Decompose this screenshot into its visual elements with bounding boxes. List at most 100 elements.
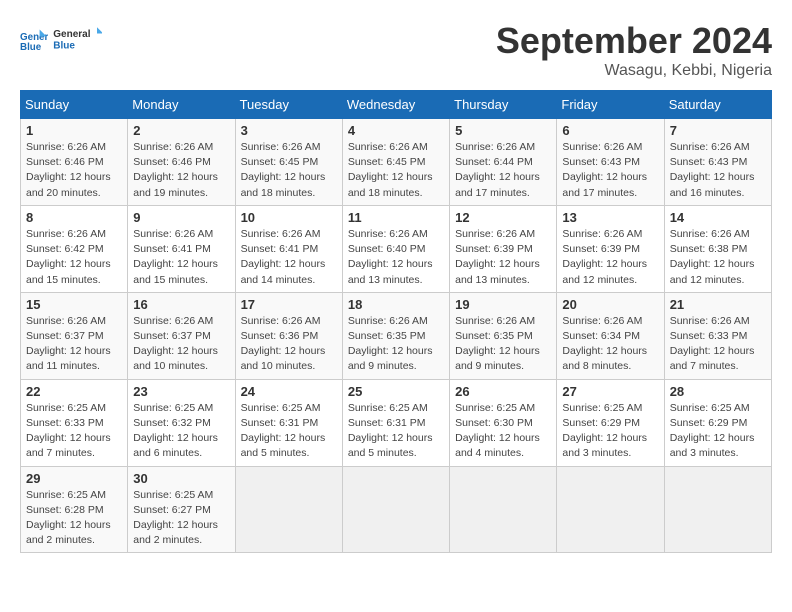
calendar-week-row: 29 Sunrise: 6:25 AMSunset: 6:28 PMDayligh… — [21, 466, 772, 553]
day-number: 5 — [455, 123, 551, 138]
table-row: 19Sunrise: 6:26 AMSunset: 6:35 PMDayligh… — [450, 292, 557, 379]
table-row: 1 Sunrise: 6:26 AMSunset: 6:46 PMDaylight… — [21, 119, 128, 206]
day-number: 20 — [562, 297, 658, 312]
table-row: 13Sunrise: 6:26 AMSunset: 6:39 PMDayligh… — [557, 205, 664, 292]
table-row: 11Sunrise: 6:26 AMSunset: 6:40 PMDayligh… — [342, 205, 449, 292]
day-number: 8 — [26, 210, 122, 225]
day-info: Sunrise: 6:26 AMSunset: 6:42 PMDaylight:… — [26, 227, 122, 288]
logo-icon: General Blue — [20, 26, 48, 54]
table-row: 23 Sunrise: 6:25 AMSunset: 6:32 PMDayligh… — [128, 379, 235, 466]
svg-text:Blue: Blue — [20, 42, 42, 53]
day-number: 6 — [562, 123, 658, 138]
day-number: 29 — [26, 471, 122, 486]
table-row — [664, 466, 771, 553]
calendar-header-row: Sunday Monday Tuesday Wednesday Thursday… — [21, 91, 772, 119]
day-info: Sunrise: 6:26 AMSunset: 6:34 PMDaylight:… — [562, 314, 658, 375]
day-number: 21 — [670, 297, 766, 312]
table-row: 20 Sunrise: 6:26 AMSunset: 6:34 PMDayligh… — [557, 292, 664, 379]
day-info: Sunrise: 6:26 AMSunset: 6:46 PMDaylight:… — [26, 140, 122, 201]
day-info: Sunrise: 6:25 AMSunset: 6:32 PMDaylight:… — [133, 401, 229, 462]
table-row: 22 Sunrise: 6:25 AMSunset: 6:33 PMDayligh… — [21, 379, 128, 466]
day-number: 28 — [670, 384, 766, 399]
svg-text:General: General — [53, 29, 90, 40]
table-row: 17 Sunrise: 6:26 AMSunset: 6:36 PMDayligh… — [235, 292, 342, 379]
location-subtitle: Wasagu, Kebbi, Nigeria — [496, 62, 772, 80]
table-row: 3Sunrise: 6:26 AMSunset: 6:45 PMDaylight… — [235, 119, 342, 206]
table-row: 8 Sunrise: 6:26 AMSunset: 6:42 PMDaylight… — [21, 205, 128, 292]
table-row: 6 Sunrise: 6:26 AMSunset: 6:43 PMDaylight… — [557, 119, 664, 206]
header-monday: Monday — [128, 91, 235, 119]
table-row: 28Sunrise: 6:25 AMSunset: 6:29 PMDayligh… — [664, 379, 771, 466]
table-row: 18Sunrise: 6:26 AMSunset: 6:35 PMDayligh… — [342, 292, 449, 379]
day-number: 15 — [26, 297, 122, 312]
day-info: Sunrise: 6:26 AMSunset: 6:45 PMDaylight:… — [348, 140, 444, 201]
day-info: Sunrise: 6:26 AMSunset: 6:41 PMDaylight:… — [133, 227, 229, 288]
day-info: Sunrise: 6:25 AMSunset: 6:30 PMDaylight:… — [455, 401, 551, 462]
day-info: Sunrise: 6:25 AMSunset: 6:29 PMDaylight:… — [562, 401, 658, 462]
day-number: 4 — [348, 123, 444, 138]
logo: General Blue General Blue — [20, 20, 102, 60]
day-number: 25 — [348, 384, 444, 399]
day-info: Sunrise: 6:26 AMSunset: 6:38 PMDaylight:… — [670, 227, 766, 288]
header-friday: Friday — [557, 91, 664, 119]
day-number: 17 — [241, 297, 337, 312]
table-row: 25 Sunrise: 6:25 AMSunset: 6:31 PMDayligh… — [342, 379, 449, 466]
day-number: 27 — [562, 384, 658, 399]
day-number: 10 — [241, 210, 337, 225]
svg-text:Blue: Blue — [53, 40, 75, 51]
header-sunday: Sunday — [21, 91, 128, 119]
day-number: 3 — [241, 123, 337, 138]
table-row: 4 Sunrise: 6:26 AMSunset: 6:45 PMDaylight… — [342, 119, 449, 206]
table-row: 26Sunrise: 6:25 AMSunset: 6:30 PMDayligh… — [450, 379, 557, 466]
header-saturday: Saturday — [664, 91, 771, 119]
table-row: 9Sunrise: 6:26 AMSunset: 6:41 PMDaylight… — [128, 205, 235, 292]
generalblue-logo-svg: General Blue — [52, 20, 102, 60]
day-info: Sunrise: 6:26 AMSunset: 6:35 PMDaylight:… — [348, 314, 444, 375]
day-info: Sunrise: 6:26 AMSunset: 6:37 PMDaylight:… — [26, 314, 122, 375]
day-info: Sunrise: 6:26 AMSunset: 6:37 PMDaylight:… — [133, 314, 229, 375]
day-info: Sunrise: 6:25 AMSunset: 6:31 PMDaylight:… — [241, 401, 337, 462]
table-row: 5Sunrise: 6:26 AMSunset: 6:44 PMDaylight… — [450, 119, 557, 206]
day-info: Sunrise: 6:26 AMSunset: 6:46 PMDaylight:… — [133, 140, 229, 201]
day-number: 22 — [26, 384, 122, 399]
table-row: 30Sunrise: 6:25 AMSunset: 6:27 PMDayligh… — [128, 466, 235, 553]
header: General Blue General Blue September 2024… — [20, 20, 772, 80]
table-row: 16Sunrise: 6:26 AMSunset: 6:37 PMDayligh… — [128, 292, 235, 379]
day-info: Sunrise: 6:25 AMSunset: 6:28 PMDaylight:… — [26, 488, 122, 549]
day-info: Sunrise: 6:26 AMSunset: 6:41 PMDaylight:… — [241, 227, 337, 288]
calendar-table: Sunday Monday Tuesday Wednesday Thursday… — [20, 90, 772, 553]
day-info: Sunrise: 6:25 AMSunset: 6:27 PMDaylight:… — [133, 488, 229, 549]
day-number: 11 — [348, 210, 444, 225]
day-number: 24 — [241, 384, 337, 399]
table-row: 21Sunrise: 6:26 AMSunset: 6:33 PMDayligh… — [664, 292, 771, 379]
day-info: Sunrise: 6:26 AMSunset: 6:43 PMDaylight:… — [562, 140, 658, 201]
table-row: 14 Sunrise: 6:26 AMSunset: 6:38 PMDayligh… — [664, 205, 771, 292]
table-row: 2 Sunrise: 6:26 AMSunset: 6:46 PMDaylight… — [128, 119, 235, 206]
day-number: 12 — [455, 210, 551, 225]
day-info: Sunrise: 6:25 AMSunset: 6:31 PMDaylight:… — [348, 401, 444, 462]
day-number: 23 — [133, 384, 229, 399]
calendar-week-row: 22 Sunrise: 6:25 AMSunset: 6:33 PMDayligh… — [21, 379, 772, 466]
day-info: Sunrise: 6:25 AMSunset: 6:33 PMDaylight:… — [26, 401, 122, 462]
calendar-week-row: 8 Sunrise: 6:26 AMSunset: 6:42 PMDaylight… — [21, 205, 772, 292]
table-row: 29 Sunrise: 6:25 AMSunset: 6:28 PMDayligh… — [21, 466, 128, 553]
table-row: 12 Sunrise: 6:26 AMSunset: 6:39 PMDayligh… — [450, 205, 557, 292]
header-tuesday: Tuesday — [235, 91, 342, 119]
table-row: 10 Sunrise: 6:26 AMSunset: 6:41 PMDayligh… — [235, 205, 342, 292]
day-info: Sunrise: 6:26 AMSunset: 6:39 PMDaylight:… — [455, 227, 551, 288]
day-number: 2 — [133, 123, 229, 138]
table-row: 15 Sunrise: 6:26 AMSunset: 6:37 PMDayligh… — [21, 292, 128, 379]
day-info: Sunrise: 6:26 AMSunset: 6:36 PMDaylight:… — [241, 314, 337, 375]
calendar-week-row: 1 Sunrise: 6:26 AMSunset: 6:46 PMDaylight… — [21, 119, 772, 206]
day-number: 7 — [670, 123, 766, 138]
header-wednesday: Wednesday — [342, 91, 449, 119]
table-row — [450, 466, 557, 553]
title-area: September 2024 Wasagu, Kebbi, Nigeria — [496, 20, 772, 80]
day-info: Sunrise: 6:26 AMSunset: 6:43 PMDaylight:… — [670, 140, 766, 201]
day-number: 19 — [455, 297, 551, 312]
month-title: September 2024 — [496, 20, 772, 62]
day-number: 1 — [26, 123, 122, 138]
day-number: 14 — [670, 210, 766, 225]
day-number: 13 — [562, 210, 658, 225]
table-row — [557, 466, 664, 553]
